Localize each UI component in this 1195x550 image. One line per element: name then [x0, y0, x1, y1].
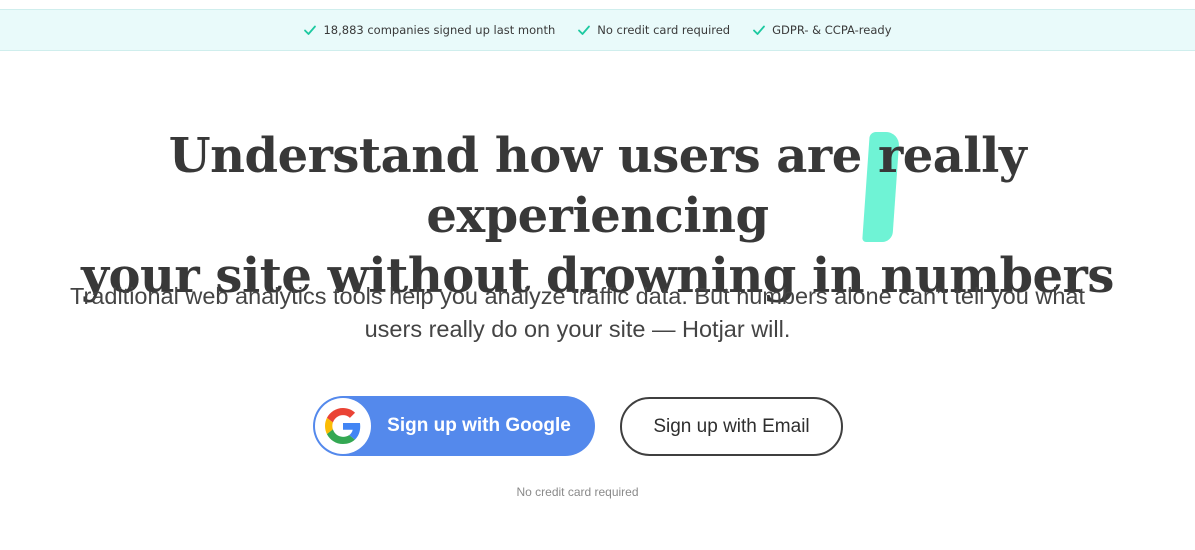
- trust-item-signups: 18,883 companies signed up last month: [303, 23, 555, 37]
- trust-item-no-card: No credit card required: [577, 23, 730, 37]
- check-icon: [304, 25, 317, 35]
- sign-up-google-button[interactable]: Sign up with Google: [313, 396, 595, 456]
- check-icon: [578, 25, 591, 35]
- check-icon: [753, 25, 766, 35]
- sign-up-google-label: Sign up with Google: [387, 415, 571, 436]
- no-credit-card-note: No credit card required: [516, 485, 639, 499]
- trust-item-label: No credit card required: [597, 23, 731, 37]
- sign-up-email-button[interactable]: Sign up with Email: [620, 397, 843, 456]
- google-logo-container: [315, 398, 371, 454]
- hero-headline: Understand how users are really experien…: [0, 126, 1195, 306]
- hero-subtext: Traditional web analytics tools help you…: [20, 280, 1135, 346]
- trust-item-label: GDPR- & CCPA-ready: [772, 23, 892, 37]
- trust-item-gdpr: GDPR- & CCPA-ready: [752, 23, 892, 37]
- subtext-line-1: Traditional web analytics tools help you…: [70, 283, 1085, 309]
- sign-up-email-label: Sign up with Email: [653, 415, 810, 437]
- google-logo-icon: [325, 408, 361, 444]
- subtext-line-2: users really do on your site — Hotjar wi…: [364, 316, 791, 342]
- trust-item-label: 18,883 companies signed up last month: [323, 23, 556, 37]
- headline-text-start: Understand how users are: [168, 128, 878, 184]
- trust-bar: 18,883 companies signed up last month No…: [0, 9, 1195, 51]
